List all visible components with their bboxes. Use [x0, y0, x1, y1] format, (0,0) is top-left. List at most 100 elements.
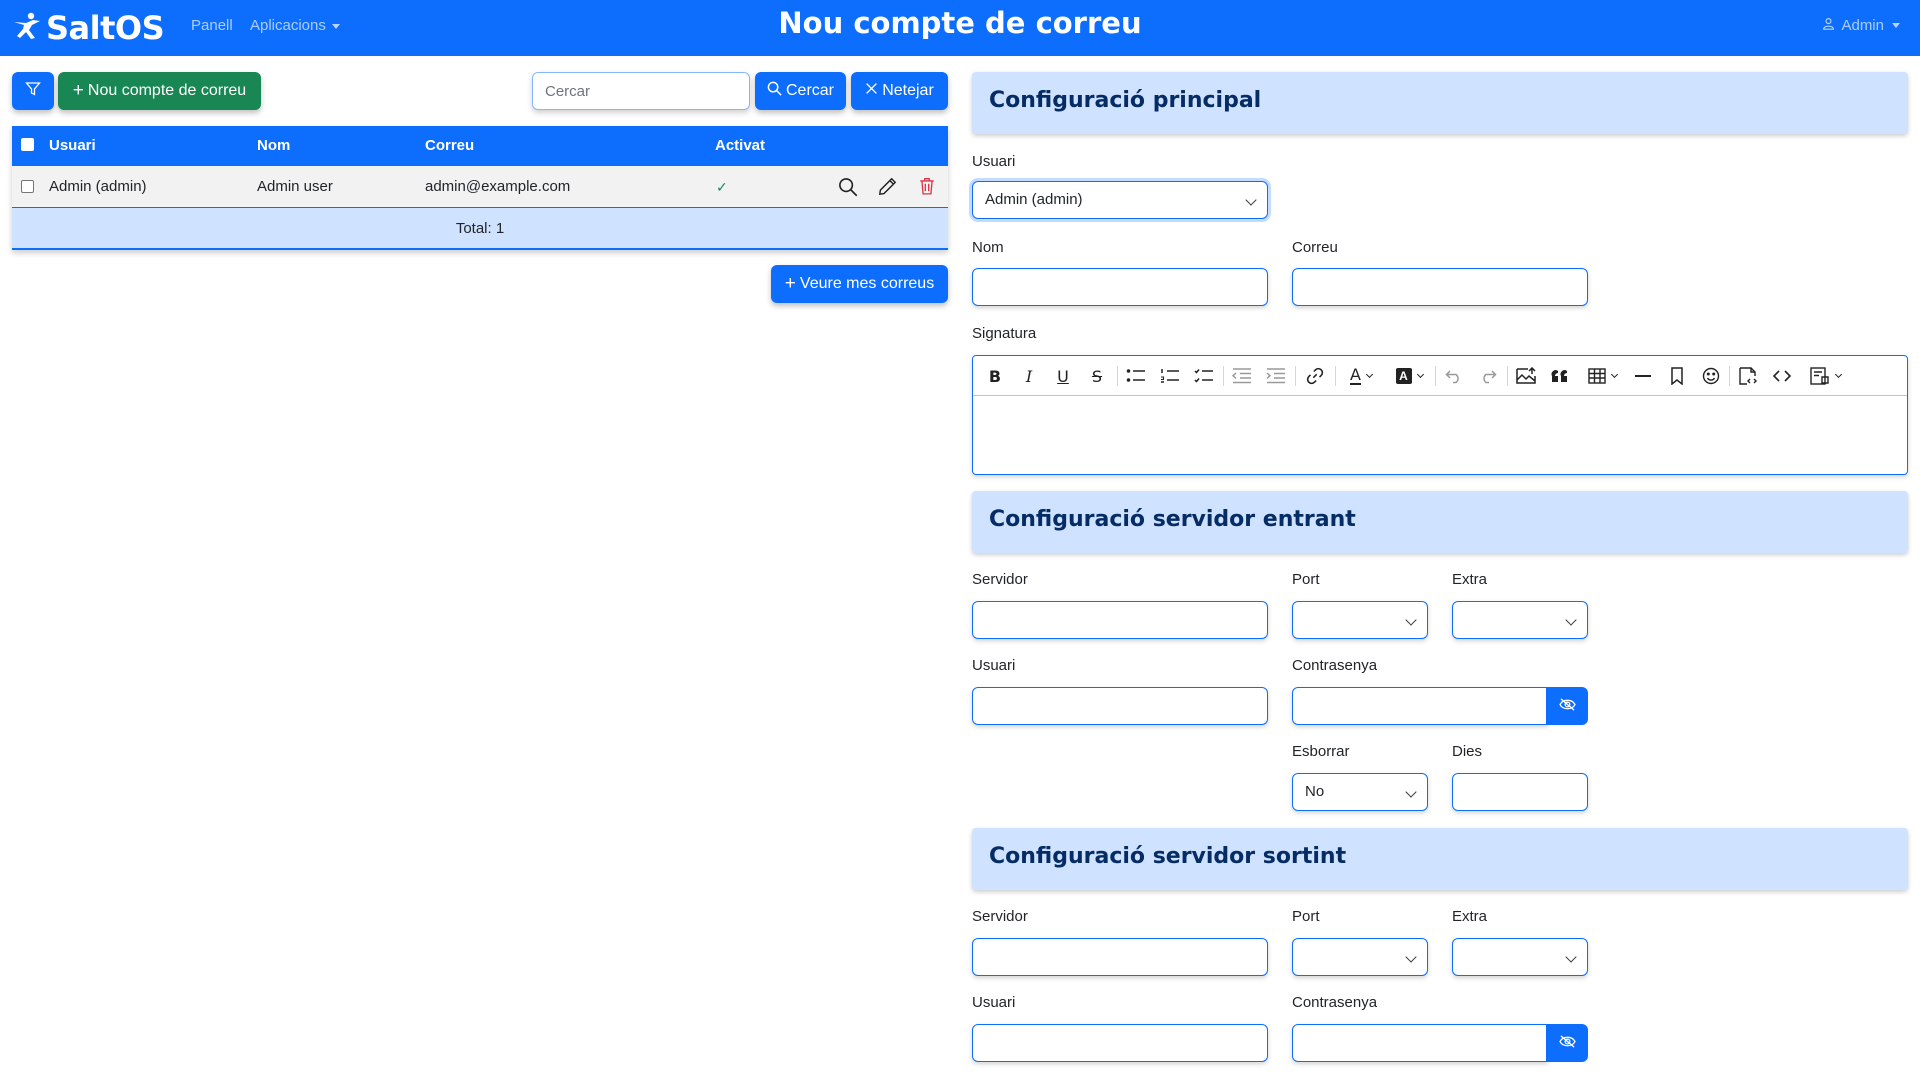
row-name: Admin user: [257, 178, 333, 195]
col-user[interactable]: Usuari: [49, 126, 96, 166]
underline-icon[interactable]: U: [1053, 366, 1073, 386]
checklist-icon[interactable]: [1193, 366, 1215, 386]
font-color-icon[interactable]: A: [1343, 366, 1379, 386]
table-total: Total: 1: [455, 220, 505, 237]
incoming-password-toggle[interactable]: [1546, 687, 1588, 725]
dropdown-caret-icon: [1834, 370, 1842, 379]
indent-icon[interactable]: [1265, 366, 1287, 386]
outgoing-port-label: Port: [1292, 908, 1320, 925]
toolbar-divider: [1117, 366, 1118, 386]
eye-slash-icon: [1558, 1034, 1576, 1053]
plus-icon: +: [72, 80, 84, 101]
chevron-down-icon: [1405, 951, 1417, 963]
incoming-port-select[interactable]: [1292, 601, 1428, 639]
email-label: Correu: [1292, 239, 1338, 256]
outgoing-password-input[interactable]: [1292, 1024, 1548, 1062]
brand-name: SaltOS: [46, 9, 165, 47]
search-button-label: Cercar: [785, 82, 834, 99]
row-email: admin@example.com: [425, 178, 571, 195]
editor-toolbar: B I U S A A: [973, 356, 1907, 396]
undo-icon[interactable]: [1443, 366, 1465, 386]
incoming-days-input[interactable]: [1452, 773, 1588, 811]
table-header: Usuari Nom Correu Activat: [12, 126, 948, 166]
chevron-down-icon: [1405, 786, 1417, 798]
chevron-down-icon: [1565, 951, 1577, 963]
incoming-extra-select[interactable]: [1452, 601, 1588, 639]
table-row[interactable]: Admin (admin) Admin user admin@example.c…: [12, 166, 948, 208]
chevron-down-icon: [1245, 194, 1257, 206]
section-incoming-header: Configuració servidor entrant: [972, 491, 1908, 553]
section-main-title: Configuració principal: [989, 88, 1262, 113]
redo-icon[interactable]: [1477, 366, 1499, 386]
link-icon[interactable]: [1305, 366, 1325, 386]
view-more-mails-button[interactable]: + Veure mes correus: [771, 265, 948, 303]
search-icon: [767, 81, 782, 101]
user-menu[interactable]: Admin: [1822, 17, 1900, 34]
filter-button[interactable]: [12, 72, 54, 110]
clear-button[interactable]: Netejar: [851, 72, 948, 110]
signature-content-area[interactable]: [973, 397, 1907, 475]
view-more-mails-label: Veure mes correus: [799, 275, 935, 292]
horizontal-line-icon[interactable]: [1633, 366, 1653, 386]
incoming-server-input[interactable]: [972, 601, 1268, 639]
col-enabled[interactable]: Activat: [715, 126, 765, 166]
clear-button-label: Netejar: [882, 82, 934, 99]
nav-apps-label: Aplicacions: [250, 17, 326, 34]
bold-icon[interactable]: B: [985, 366, 1005, 386]
italic-icon[interactable]: I: [1019, 366, 1039, 386]
section-main-header: Configuració principal: [972, 72, 1908, 134]
toolbar-divider: [1729, 366, 1730, 386]
source-editing-icon[interactable]: [1737, 366, 1759, 386]
numbered-list-icon[interactable]: [1159, 366, 1181, 386]
incoming-password-input[interactable]: [1292, 687, 1548, 725]
trash-icon[interactable]: [918, 177, 938, 197]
table-footer: Total: 1: [12, 208, 948, 250]
search-button[interactable]: Cercar: [755, 72, 846, 110]
incoming-user-input[interactable]: [972, 687, 1268, 725]
strikethrough-icon[interactable]: S: [1087, 366, 1107, 386]
incoming-server-label: Servidor: [972, 571, 1028, 588]
dropdown-caret-icon: [1416, 370, 1424, 379]
pencil-icon[interactable]: [878, 177, 898, 197]
select-all-checkbox[interactable]: [21, 138, 34, 151]
signature-editor: B I U S A A: [972, 355, 1908, 475]
brand[interactable]: SaltOS: [12, 8, 165, 48]
outgoing-password-toggle[interactable]: [1546, 1024, 1588, 1062]
search-input[interactable]: [532, 72, 750, 110]
emoji-icon[interactable]: [1701, 366, 1721, 386]
html-code-icon[interactable]: [1771, 366, 1793, 386]
nav-apps[interactable]: Aplicacions: [250, 17, 340, 34]
col-name[interactable]: Nom: [257, 126, 290, 166]
email-input[interactable]: [1292, 268, 1588, 306]
user-select[interactable]: Admin (admin): [972, 181, 1268, 219]
navbar: SaltOS Panell Aplicacions Nou compte de …: [0, 0, 1920, 56]
nav-panel[interactable]: Panell: [191, 17, 233, 34]
bullet-list-icon[interactable]: [1125, 366, 1147, 386]
incoming-user-label: Usuari: [972, 657, 1016, 674]
outgoing-server-input[interactable]: [972, 938, 1268, 976]
toolbar-divider: [1507, 366, 1508, 386]
incoming-delete-select[interactable]: No: [1292, 773, 1428, 811]
col-email[interactable]: Correu: [425, 126, 474, 166]
row-checkbox[interactable]: [21, 180, 34, 193]
new-account-button[interactable]: + Nou compte de correu: [58, 72, 261, 110]
magnifier-icon[interactable]: [838, 177, 858, 197]
outgoing-user-input[interactable]: [972, 1024, 1268, 1062]
user-menu-label: Admin: [1841, 17, 1884, 34]
name-label: Nom: [972, 239, 1004, 256]
name-input[interactable]: [972, 268, 1268, 306]
caret-down-icon: [1892, 23, 1900, 28]
blockquote-icon[interactable]: [1549, 366, 1571, 386]
eye-slash-icon: [1558, 697, 1576, 716]
outgoing-port-select[interactable]: [1292, 938, 1428, 976]
x-icon: [865, 82, 878, 100]
insert-image-icon[interactable]: [1515, 366, 1537, 386]
outgoing-extra-select[interactable]: [1452, 938, 1588, 976]
section-outgoing-header: Configuració servidor sortint: [972, 828, 1908, 890]
templates-icon[interactable]: [1805, 366, 1845, 386]
highlight-color-icon[interactable]: A: [1391, 366, 1427, 386]
filter-icon: [25, 81, 41, 102]
table-icon[interactable]: [1583, 366, 1621, 386]
bookmark-icon[interactable]: [1667, 366, 1687, 386]
outdent-icon[interactable]: [1231, 366, 1253, 386]
